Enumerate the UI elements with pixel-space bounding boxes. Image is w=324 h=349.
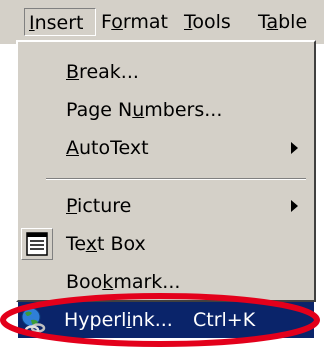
menu-item-label: Picture xyxy=(66,195,132,217)
menu-format[interactable]: Format xyxy=(101,8,168,36)
menu-item-label: Bookmark... xyxy=(66,271,181,293)
insert-dropdown-menu: Break... Page Numbers... AutoText Pictur… xyxy=(16,40,316,302)
text-box-icon xyxy=(21,228,53,260)
menu-item-picture[interactable]: Picture xyxy=(20,188,314,224)
menu-item-bookmark[interactable]: Bookmark... xyxy=(20,264,314,300)
submenu-arrow-icon xyxy=(291,142,298,154)
hyperlink-globe-icon xyxy=(19,306,49,336)
menu-item-label: Break... xyxy=(66,61,139,83)
menu-item-label: AutoText xyxy=(66,137,149,159)
menu-item-hyperlink[interactable]: Hyperlink... Ctrl+K xyxy=(18,302,314,338)
submenu-arrow-icon xyxy=(291,200,298,212)
menu-item-label: Hyperlink... xyxy=(64,309,173,331)
menu-item-autotext[interactable]: AutoText xyxy=(20,130,314,166)
menu-item-text-box[interactable]: Text Box xyxy=(20,226,314,262)
menu-table[interactable]: Table xyxy=(258,8,307,36)
menu-insert[interactable]: Insert xyxy=(24,8,96,36)
menu-tools[interactable]: Tools xyxy=(184,8,231,36)
menu-bar: Insert Format Tools Table xyxy=(0,0,324,44)
menu-item-page-numbers[interactable]: Page Numbers... xyxy=(20,92,314,128)
menu-item-break[interactable]: Break... xyxy=(20,54,314,90)
menu-item-label: Page Numbers... xyxy=(66,99,223,121)
menu-item-label: Text Box xyxy=(66,233,146,255)
menu-separator xyxy=(46,178,306,180)
menu-item-shortcut: Ctrl+K xyxy=(193,309,256,331)
